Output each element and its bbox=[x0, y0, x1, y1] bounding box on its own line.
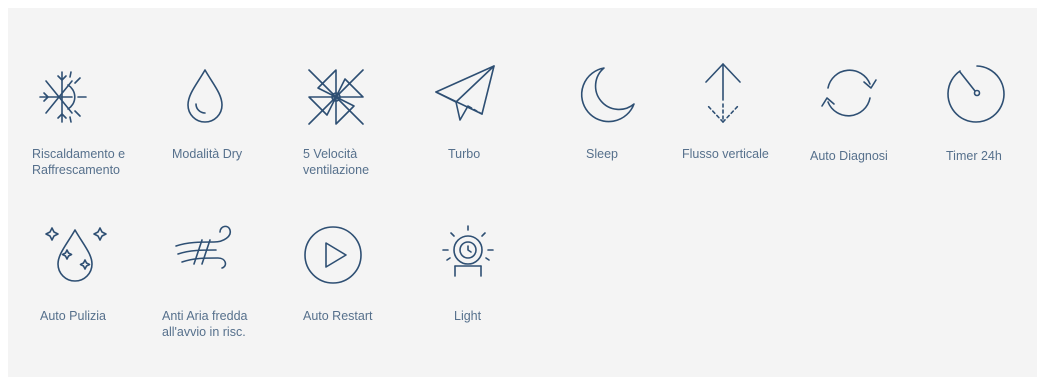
refresh-arrows-icon bbox=[816, 60, 882, 126]
wind-icon bbox=[172, 218, 238, 284]
snowflake-sun-icon bbox=[32, 64, 98, 130]
feature-label: Timer 24h bbox=[946, 149, 1002, 163]
feature-label: Anti Aria fredda all'avvio in risc. bbox=[162, 309, 248, 339]
feature-label: Riscaldamento e Raffrescamento bbox=[32, 147, 126, 177]
feature-label: Flusso verticale bbox=[682, 147, 769, 161]
water-drop-icon bbox=[172, 64, 238, 130]
feature-label: Modalità Dry bbox=[172, 147, 243, 161]
play-circle-icon bbox=[300, 222, 366, 288]
timer-icon bbox=[944, 60, 1010, 126]
paper-plane-icon bbox=[432, 62, 498, 128]
pinwheel-fan-icon bbox=[303, 64, 369, 130]
moon-icon bbox=[574, 62, 640, 128]
feature-label: Auto Pulizia bbox=[40, 309, 107, 323]
feature-label: Turbo bbox=[448, 147, 481, 161]
feature-label: 5 Velocità ventilazione bbox=[303, 147, 370, 177]
feature-label: Light bbox=[454, 309, 482, 323]
light-icon bbox=[435, 220, 501, 286]
sparkle-drop-icon bbox=[42, 222, 108, 288]
feature-label: Auto Diagnosi bbox=[810, 149, 888, 163]
feature-label: Auto Restart bbox=[303, 309, 373, 323]
vertical-flow-arrow-icon bbox=[690, 60, 756, 126]
